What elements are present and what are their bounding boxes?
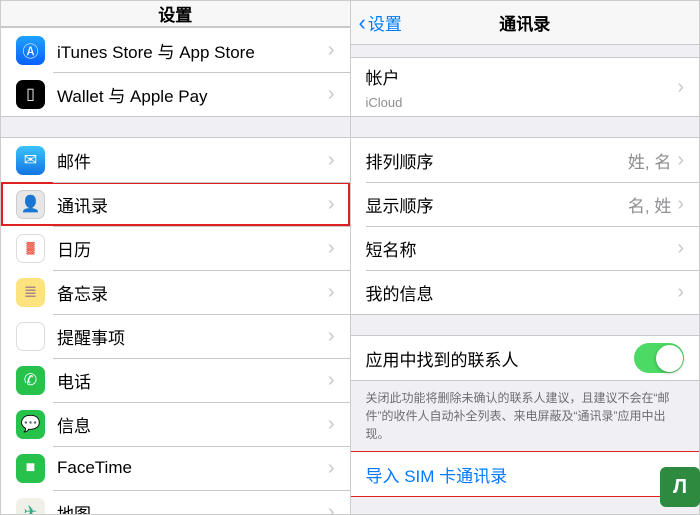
chevron-right-icon: › bbox=[677, 76, 684, 99]
row-label: FaceTime bbox=[57, 458, 328, 478]
chevron-right-icon: › bbox=[328, 149, 335, 172]
settings-row[interactable]: 显示顺序名, 姓 › bbox=[351, 182, 700, 226]
phone-icon: ✆ bbox=[16, 366, 45, 395]
chevron-right-icon: › bbox=[677, 193, 684, 216]
settings-row[interactable]: ▓ 日历› bbox=[1, 226, 350, 270]
chevron-right-icon: › bbox=[328, 501, 335, 515]
back-button[interactable]: ‹ 设置 bbox=[359, 10, 402, 35]
mail-icon: ✉ bbox=[16, 146, 45, 175]
found-in-apps-toggle[interactable] bbox=[634, 343, 684, 373]
chevron-right-icon: › bbox=[677, 237, 684, 260]
import-sim-label: 导入 SIM 卡通讯录 bbox=[366, 462, 508, 487]
accounts-row[interactable]: 帐户 iCloud › bbox=[351, 58, 700, 116]
row-label: 排列顺序 bbox=[366, 148, 628, 173]
row-label: 显示顺序 bbox=[366, 192, 628, 217]
row-label: 电话 bbox=[57, 368, 328, 393]
chevron-left-icon: ‹ bbox=[359, 12, 366, 34]
left-header: 设置 bbox=[1, 1, 350, 27]
settings-row[interactable]: 短名称› bbox=[351, 226, 700, 270]
row-value: 姓, 名 bbox=[628, 148, 671, 173]
row-label: 邮件 bbox=[57, 148, 328, 173]
row-label: 备忘录 bbox=[57, 280, 328, 305]
footer-note: 关闭此功能将删除未确认的联系人建议，且建议不会在“邮件”的收件人自动补全列表、来… bbox=[351, 381, 700, 451]
row-label: 我的信息 bbox=[366, 280, 678, 305]
settings-row[interactable]: ▯ Wallet 与 Apple Pay› bbox=[1, 72, 350, 116]
chevron-right-icon: › bbox=[328, 193, 335, 216]
maps-icon: ✈ bbox=[16, 498, 45, 515]
chevron-right-icon: › bbox=[328, 281, 335, 304]
row-label: Wallet 与 Apple Pay bbox=[57, 82, 328, 107]
settings-row[interactable]: ✈ 地图› bbox=[1, 490, 350, 514]
settings-row[interactable]: ≣ 备忘录› bbox=[1, 270, 350, 314]
contacts-icon: 👤 bbox=[16, 190, 45, 219]
contacts-pane: ‹ 设置 通讯录 帐户 iCloud › 排列顺序姓, 名›显示顺序名, 姓›短… bbox=[351, 1, 700, 514]
wallet-icon: ▯ bbox=[16, 80, 45, 109]
chevron-right-icon: › bbox=[328, 39, 335, 62]
left-title: 设置 bbox=[158, 1, 192, 26]
watermark-icon: Л bbox=[660, 467, 700, 507]
settings-row[interactable]: ✉ 邮件› bbox=[1, 138, 350, 182]
accounts-value: iCloud bbox=[366, 95, 685, 110]
chevron-right-icon: › bbox=[328, 457, 335, 480]
found-in-apps-row[interactable]: 应用中找到的联系人 bbox=[351, 336, 700, 380]
chevron-right-icon: › bbox=[328, 237, 335, 260]
chevron-right-icon: › bbox=[677, 149, 684, 172]
row-label: iTunes Store 与 App Store bbox=[57, 38, 328, 63]
row-label: 日历 bbox=[57, 236, 328, 261]
settings-row[interactable]: 💬 信息› bbox=[1, 402, 350, 446]
row-label: 地图 bbox=[57, 500, 328, 515]
chevron-right-icon: › bbox=[328, 413, 335, 436]
row-value: 名, 姓 bbox=[628, 192, 671, 217]
reminders-icon: ⋮ bbox=[16, 322, 45, 351]
appstore-icon: Ⓐ bbox=[16, 36, 45, 65]
row-label: 信息 bbox=[57, 412, 328, 437]
found-in-apps-label: 应用中找到的联系人 bbox=[366, 346, 635, 371]
settings-row[interactable]: 我的信息› bbox=[351, 270, 700, 314]
notes-icon: ≣ bbox=[16, 278, 45, 307]
settings-row[interactable]: 排列顺序姓, 名 › bbox=[351, 138, 700, 182]
facetime-icon: ■ bbox=[16, 454, 45, 483]
calendar-icon: ▓ bbox=[16, 234, 45, 263]
settings-row[interactable]: ⒶiTunes Store 与 App Store› bbox=[1, 28, 350, 72]
chevron-right-icon: › bbox=[328, 369, 335, 392]
chevron-right-icon: › bbox=[328, 325, 335, 348]
right-header: ‹ 设置 通讯录 bbox=[351, 1, 700, 45]
import-sim-row[interactable]: 导入 SIM 卡通讯录 bbox=[351, 452, 700, 496]
row-label: 提醒事项 bbox=[57, 324, 328, 349]
row-label: 通讯录 bbox=[57, 192, 328, 217]
settings-pane: 设置 ⒶiTunes Store 与 App Store›▯Wallet 与 A… bbox=[1, 1, 351, 514]
settings-row[interactable]: ✆ 电话› bbox=[1, 358, 350, 402]
settings-row[interactable]: ■ FaceTime› bbox=[1, 446, 350, 490]
accounts-label: 帐户 bbox=[366, 64, 685, 95]
settings-row[interactable]: 👤 通讯录› bbox=[1, 182, 350, 226]
chevron-right-icon: › bbox=[677, 281, 684, 304]
messages-icon: 💬 bbox=[16, 410, 45, 439]
chevron-right-icon: › bbox=[328, 83, 335, 106]
back-label: 设置 bbox=[368, 10, 402, 35]
right-title: 通讯录 bbox=[499, 10, 550, 35]
settings-row[interactable]: ⋮ 提醒事项› bbox=[1, 314, 350, 358]
row-label: 短名称 bbox=[366, 236, 678, 261]
